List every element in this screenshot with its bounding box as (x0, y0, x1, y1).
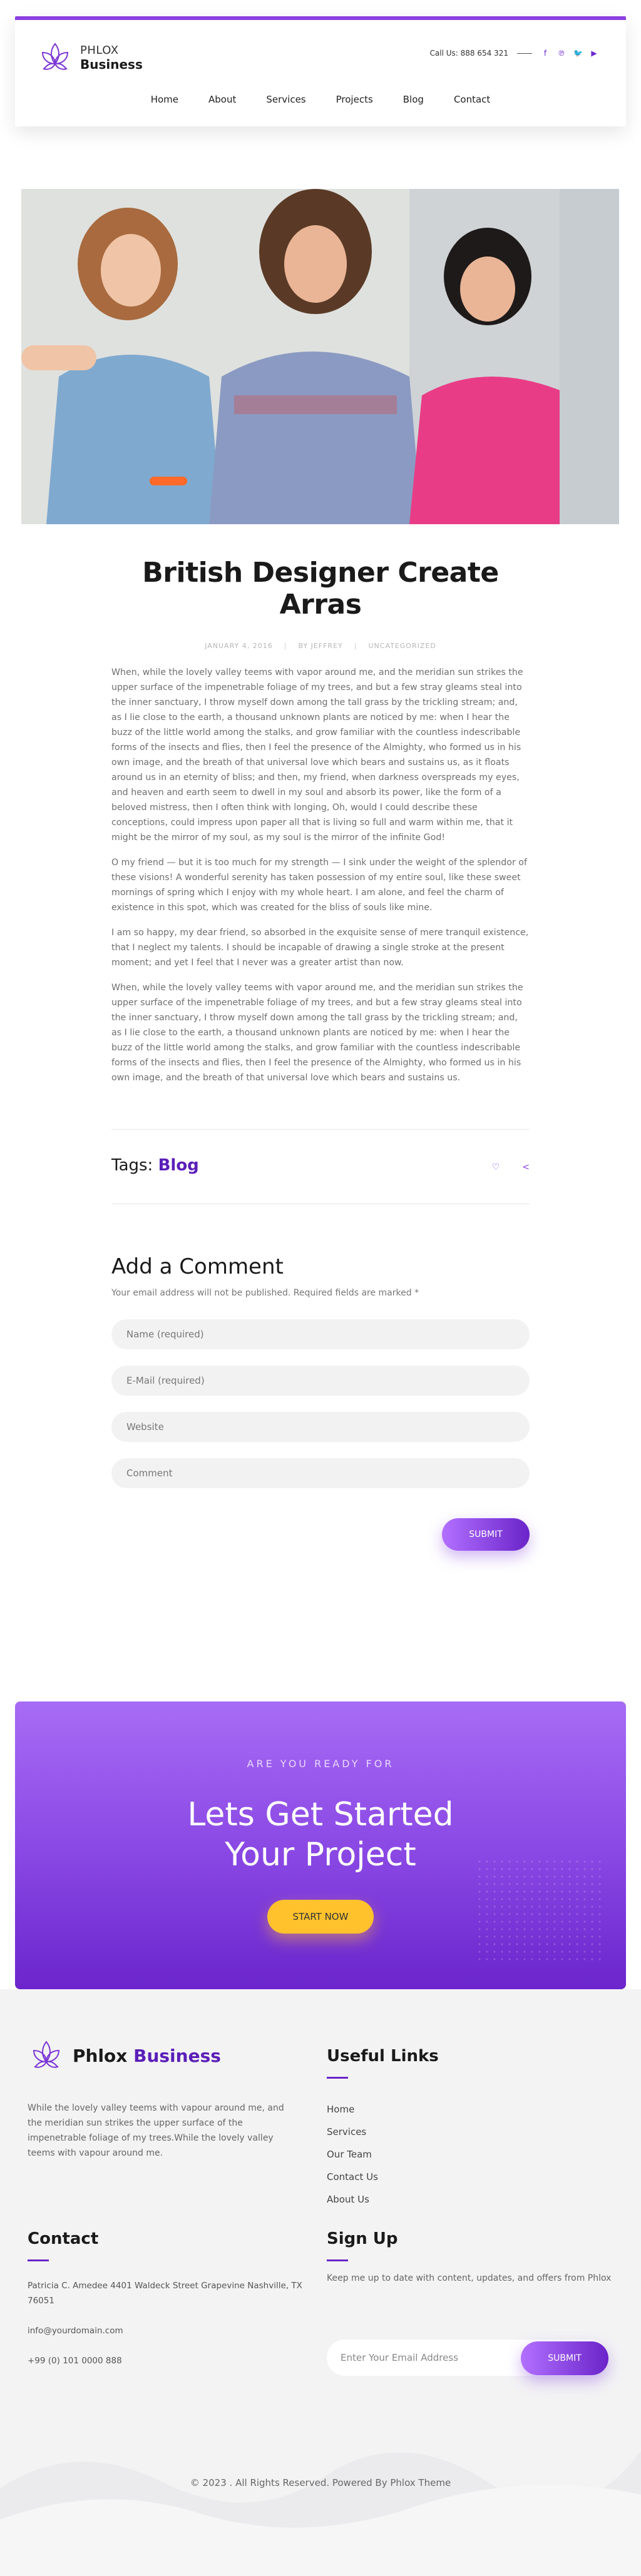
footer-phone[interactable]: +99 (0) 101 0000 888 (28, 2353, 303, 2368)
header-phone: Call Us: 888 654 321 (429, 49, 508, 58)
post-tags-bar: Tags: Blog ♡ < (111, 1129, 530, 1204)
wave-decoration (0, 2451, 641, 2576)
youtube-icon[interactable]: ▶ (590, 49, 598, 58)
footer-email[interactable]: info@yourdomain.com (28, 2323, 303, 2338)
site-header: PHLOX Business Call Us: 888 654 321 f ℗ … (15, 16, 626, 126)
post-title: British Designer Create Arras (142, 557, 499, 621)
logo-line-1: PHLOX (80, 44, 119, 57)
footer-about: While the lovely valley teems with vapou… (28, 2103, 284, 2158)
footer-link-our-team[interactable]: Our Team (327, 2143, 378, 2166)
post-paragraph: O my friend — but it is too much for my … (111, 858, 527, 913)
post-paragraph: I am so happy, my dear friend, so absorb… (111, 928, 529, 968)
tags-label: Tags: Blog (111, 1156, 199, 1175)
cta-title-line-1: Lets Get Started (187, 1796, 454, 1833)
header-contact: Call Us: 888 654 321 f ℗ 🐦 ▶ (430, 49, 598, 58)
dot-pattern-decoration (476, 1858, 601, 1964)
comment-heading: Add a Comment (111, 1254, 284, 1279)
signup-heading: Sign Up (327, 2229, 398, 2248)
footer-link-contact-us[interactable]: Contact Us (327, 2166, 378, 2188)
tag-link[interactable]: Blog (158, 1156, 199, 1175)
like-heart-icon[interactable]: ♡ (492, 1162, 500, 1172)
lotus-logo-icon (41, 43, 69, 70)
pinterest-icon[interactable]: ℗ (557, 49, 566, 58)
nav-blog[interactable]: Blog (403, 94, 424, 105)
comment-textarea[interactable]: Comment (111, 1458, 530, 1488)
newsletter-submit-button[interactable]: SUBMIT (521, 2341, 608, 2375)
contact-heading: Contact (28, 2229, 99, 2248)
nav-services[interactable]: Services (266, 94, 305, 105)
meta-separator: | (284, 642, 287, 650)
start-now-button[interactable]: START NOW (267, 1900, 374, 1934)
post-paragraph: When, while the lovely valley teems with… (111, 983, 523, 1083)
post-actions: ♡ < (492, 1162, 530, 1172)
footer-logo-b: Business (133, 2045, 221, 2066)
site-footer: Phlox Business While the lovely valley t… (0, 1989, 641, 2576)
signup-text: Keep me up to date with content, updates… (327, 2273, 612, 2283)
logo-line-2: Business (80, 57, 143, 72)
nav-about[interactable]: About (208, 94, 236, 105)
social-links: f ℗ 🐦 ▶ (541, 49, 598, 58)
footer-link-services[interactable]: Services (327, 2121, 378, 2143)
post-paragraph: When, while the lovely valley teems with… (111, 667, 523, 843)
share-icon[interactable]: < (522, 1162, 530, 1172)
comment-note: Your email address will not be published… (111, 1288, 419, 1298)
cta-kicker: ARE YOU READY FOR (247, 1758, 394, 1770)
comment-form: Add a Comment Your email address will no… (111, 1254, 530, 1551)
heading-underline (327, 2077, 348, 2079)
post-date[interactable]: JANUARY 4, 2016 (205, 642, 273, 650)
blog-post: British Designer Create Arras JANUARY 4,… (111, 557, 530, 1085)
copyright: © 2023 . All Rights Reserved. Powered By… (190, 2477, 451, 2488)
post-meta: JANUARY 4, 2016 | BY JEFFREY | UNCATEGOR… (111, 642, 530, 650)
heading-underline (327, 2259, 348, 2261)
lotus-logo-icon (33, 2041, 60, 2068)
post-category[interactable]: UNCATEGORIZED (368, 642, 436, 650)
nav-contact[interactable]: Contact (454, 94, 490, 105)
footer-link-about-us[interactable]: About Us (327, 2188, 378, 2211)
nav-home[interactable]: Home (151, 94, 178, 105)
divider (517, 53, 532, 54)
nav-projects[interactable]: Projects (336, 94, 373, 105)
facebook-icon[interactable]: f (541, 49, 550, 58)
tags-heading: Tags: (111, 1156, 153, 1175)
main-nav: Home About Services Projects Blog Contac… (15, 94, 626, 105)
comment-submit-button[interactable]: SUBMIT (442, 1518, 530, 1551)
footer-link-home[interactable]: Home (327, 2098, 378, 2121)
post-featured-image (21, 189, 619, 524)
site-logo[interactable]: PHLOX Business (36, 39, 143, 76)
cta-banner: ARE YOU READY FOR Lets Get Started Your … (15, 1701, 626, 1989)
footer-contact: Patricia C. Amedee 4401 Waldeck Street G… (28, 2278, 303, 2383)
post-author[interactable]: BY JEFFREY (298, 642, 342, 650)
website-field[interactable]: Website (111, 1412, 530, 1442)
footer-logo-a: Phlox (73, 2045, 128, 2066)
twitter-icon[interactable]: 🐦 (573, 49, 583, 58)
heading-underline (28, 2259, 49, 2261)
footer-address: Patricia C. Amedee 4401 Waldeck Street G… (28, 2281, 302, 2306)
useful-links-list: Home Services Our Team Contact Us About … (327, 2098, 378, 2211)
footer-logo[interactable]: Phlox Business (28, 2037, 221, 2074)
meta-separator: | (354, 642, 357, 650)
three-women-photo (21, 189, 619, 524)
name-field[interactable]: Name (required) (111, 1319, 530, 1349)
useful-links-heading: Useful Links (327, 2047, 439, 2066)
email-field[interactable]: E-Mail (required) (111, 1366, 530, 1396)
